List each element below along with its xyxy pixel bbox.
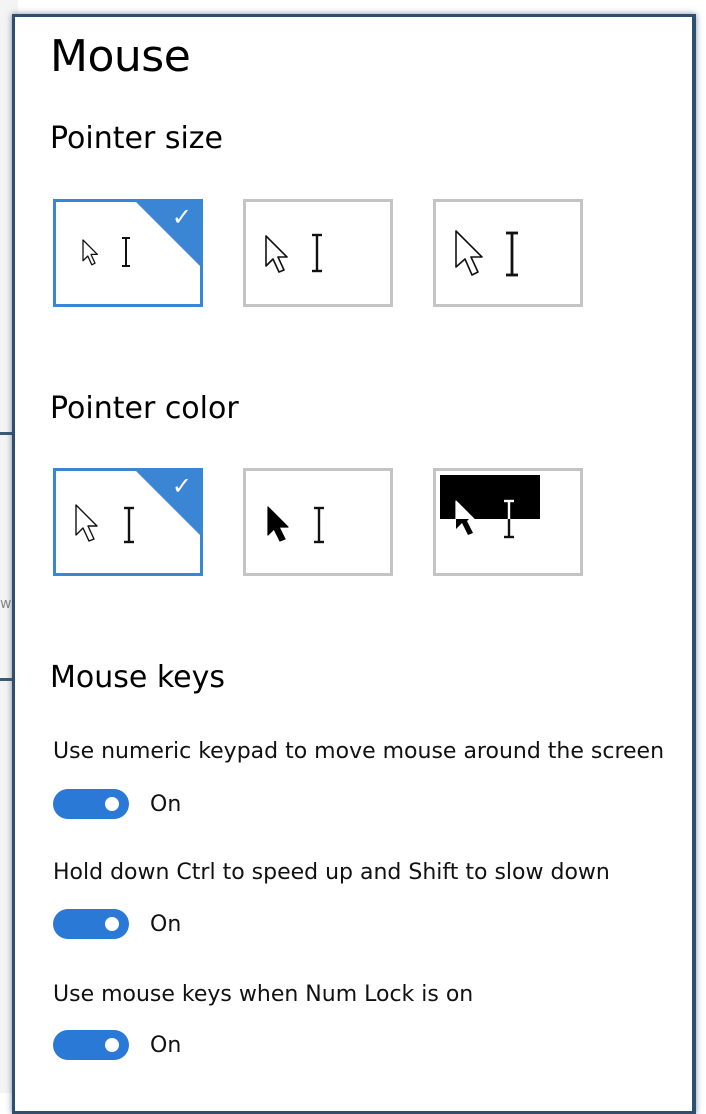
pointer-color-white-option[interactable]: ✓ bbox=[53, 468, 203, 576]
num-lock-toggle-state: On bbox=[150, 1033, 182, 1058]
large-pointer-preview-icon bbox=[455, 230, 518, 277]
numeric-keypad-setting-label: Use numeric keypad to move mouse around … bbox=[53, 739, 665, 764]
pointer-color-black-option[interactable] bbox=[243, 468, 393, 576]
pointer-size-heading: Pointer size bbox=[50, 121, 223, 156]
toggle-knob bbox=[105, 797, 119, 811]
numeric-keypad-toggle[interactable] bbox=[53, 789, 129, 819]
numeric-keypad-toggle-state: On bbox=[150, 792, 182, 817]
black-pointer-preview-icon bbox=[267, 506, 324, 544]
pointer-color-inverted-option[interactable] bbox=[433, 468, 583, 576]
checkmark-icon: ✓ bbox=[171, 472, 192, 500]
mouse-settings-panel: Mouse Pointer size ✓ Pointer color ✓ Mou… bbox=[12, 14, 696, 1114]
pointer-size-large-option[interactable] bbox=[433, 199, 583, 307]
checkmark-icon: ✓ bbox=[171, 203, 192, 231]
inverted-pointer-preview-icon bbox=[440, 475, 540, 539]
background-window-text: w bbox=[0, 596, 12, 612]
toggle-knob bbox=[105, 1038, 119, 1052]
ctrl-shift-speed-setting-label: Hold down Ctrl to speed up and Shift to … bbox=[53, 860, 610, 885]
pointer-color-heading: Pointer color bbox=[50, 391, 239, 426]
medium-pointer-preview-icon bbox=[265, 233, 322, 273]
page-title: Mouse bbox=[50, 31, 191, 82]
toggle-knob bbox=[105, 917, 119, 931]
num-lock-toggle[interactable] bbox=[53, 1030, 129, 1060]
pointer-size-medium-option[interactable] bbox=[243, 199, 393, 307]
ctrl-shift-speed-toggle[interactable] bbox=[53, 909, 129, 939]
mouse-keys-heading: Mouse keys bbox=[50, 660, 226, 695]
ctrl-shift-speed-toggle-state: On bbox=[150, 912, 182, 937]
num-lock-setting-label: Use mouse keys when Num Lock is on bbox=[53, 982, 474, 1007]
pointer-size-small-option[interactable]: ✓ bbox=[53, 199, 203, 307]
